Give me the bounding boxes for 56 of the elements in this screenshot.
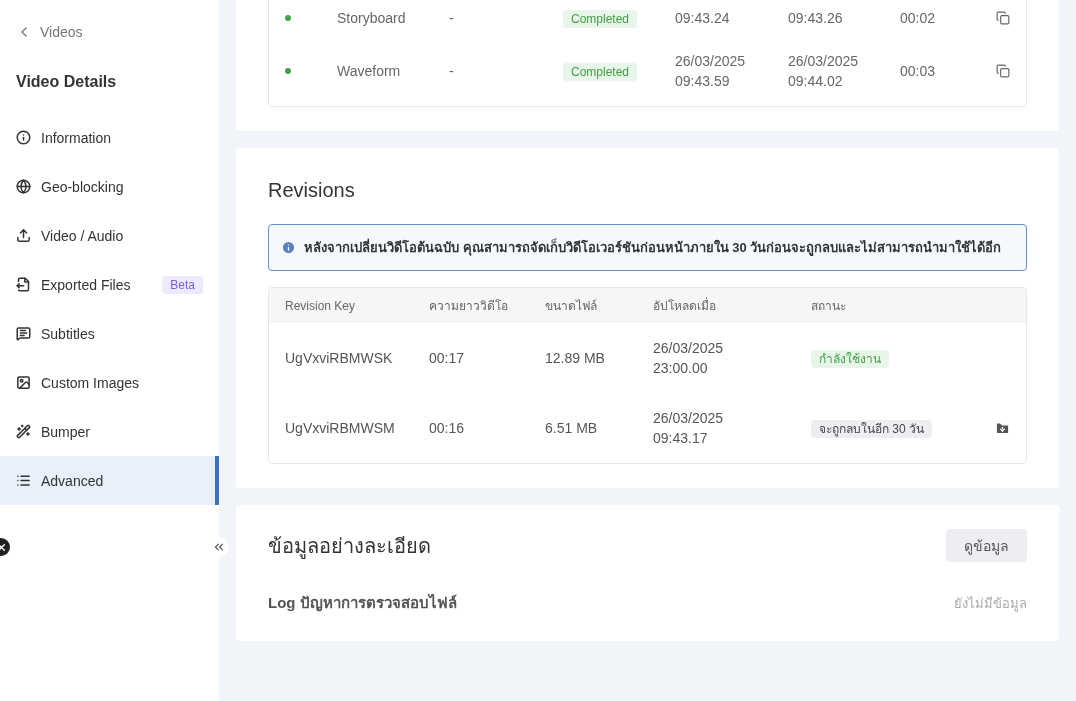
list-icon: [16, 473, 31, 488]
sidebar-item[interactable]: Exported Files Beta: [0, 260, 219, 309]
end-time: 26/03/2025 09:44.02: [788, 52, 860, 91]
file-export-icon: [16, 277, 31, 292]
revision-key: UgVxviRBMWSK: [285, 348, 429, 368]
video-length: 00:16: [429, 419, 466, 438]
revisions-title: Revisions: [268, 178, 356, 203]
sidebar-item[interactable]: Geo-blocking: [0, 162, 219, 211]
column-header: สถานะ: [811, 297, 847, 314]
info-icon: [281, 240, 296, 255]
notice-text: หลังจากเปลี่ยนวิดีโอต้นฉบับ คุณสามารถจัดเก็บวิดีโอเวอร์ชันก่อนหน้าภายใน 30 วันก่อนจะถูกลบและไม่สามารถนำมาใช้ได้อีก: [304, 237, 1002, 258]
back-link[interactable]: Videos: [0, 0, 219, 42]
sidebar-item[interactable]: Bumper: [0, 407, 219, 456]
end-time: 09:43.26: [788, 9, 844, 28]
globe-icon: [16, 179, 31, 194]
job-detail: -: [449, 9, 455, 28]
job-name: Waveform: [337, 62, 402, 81]
revision-key: UgVxviRBMWSM: [285, 418, 429, 438]
log-value: ยังไม่มีข้อมูล: [954, 594, 1027, 613]
column-header: อัปโหลดเมื่อ: [653, 297, 717, 314]
sidebar-item[interactable]: Custom Images: [0, 358, 219, 407]
status-badge: กำลังใช้งาน: [811, 350, 889, 368]
completed-badge: Completed: [563, 10, 638, 28]
chat-icon: [16, 326, 31, 341]
start-time: 26/03/2025 09:43.59: [675, 52, 747, 91]
details-title: ข้อมูลอย่างละเอียด: [268, 533, 431, 560]
copy-icon[interactable]: [996, 64, 1010, 78]
sidebar-item[interactable]: Subtitles: [0, 309, 219, 358]
column-header: ขนาดไฟล์: [545, 297, 598, 314]
folder-download-icon[interactable]: [995, 420, 1010, 436]
file-size: 12.89 MB: [545, 349, 606, 368]
upload-time: 26/03/2025 09:43.17: [653, 409, 725, 448]
job-duration: 00:02: [900, 9, 937, 28]
column-header: ความยาววิดีโอ: [429, 297, 509, 314]
info-icon: [16, 130, 31, 145]
column-header: Revision Key: [285, 297, 357, 314]
job-name: Storyboard: [337, 9, 407, 28]
start-time: 09:43.24: [675, 9, 731, 28]
upload-icon: [16, 228, 31, 243]
video-length: 00:17: [429, 349, 466, 368]
image-icon: [16, 375, 31, 390]
sidebar-item[interactable]: Advanced: [0, 456, 219, 505]
job-duration: 00:03: [900, 62, 937, 81]
wand-icon: [16, 424, 31, 439]
sidebar-title: Video Details: [15, 72, 118, 92]
copy-icon[interactable]: [996, 11, 1010, 25]
file-size: 6.51 MB: [545, 419, 599, 438]
job-detail: -: [449, 62, 455, 81]
beta-badge: Beta: [162, 275, 203, 294]
sidebar-item[interactable]: Information: [0, 113, 219, 162]
upload-time: 26/03/2025 23:00.00: [653, 339, 725, 378]
status-badge: จะถูกลบในอีก 30 วัน: [811, 420, 932, 438]
completed-badge: Completed: [563, 63, 638, 81]
sidebar-item[interactable]: Video / Audio: [0, 211, 219, 260]
log-label: Log ปัญหาการตรวจสอบไฟล์: [268, 592, 457, 614]
view-data-button[interactable]: ดูข้อมูล: [946, 529, 1027, 562]
